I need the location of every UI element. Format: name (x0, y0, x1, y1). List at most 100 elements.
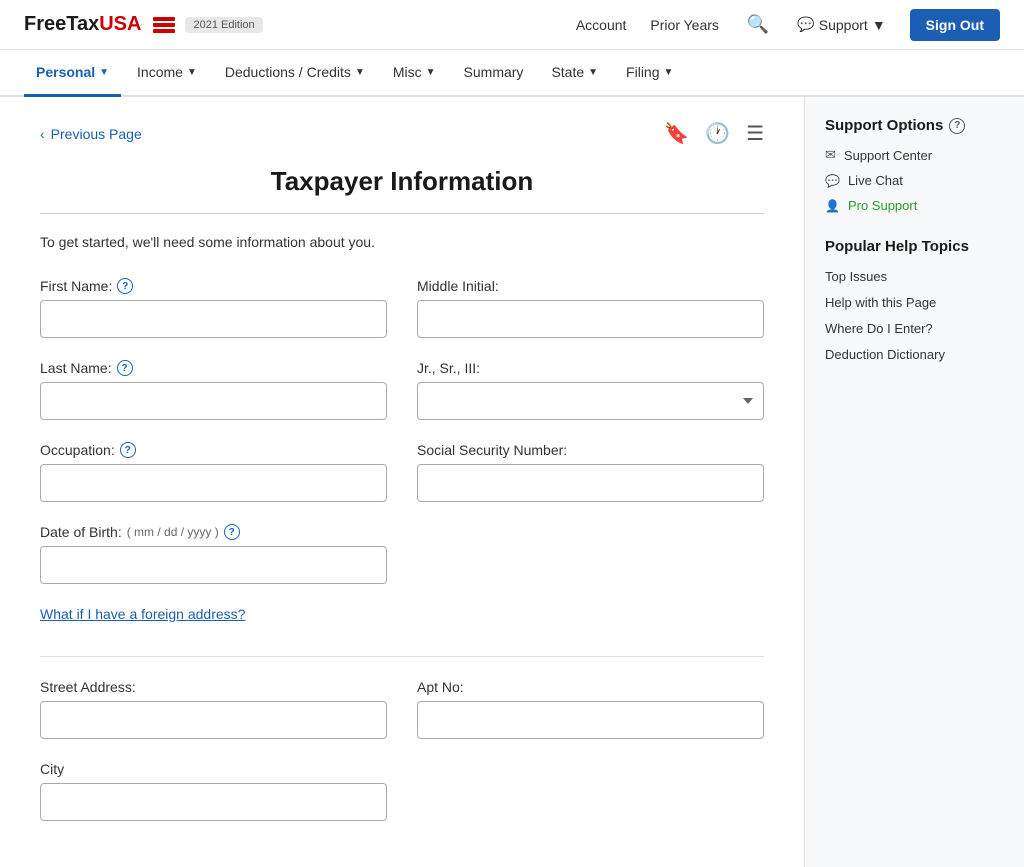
prior-years-link[interactable]: Prior Years (650, 17, 718, 33)
street-address-group: Street Address: (40, 679, 387, 739)
content-area: ‹ Previous Page 🔖 🕐 ☰ Taxpayer Informati… (0, 97, 804, 867)
tab-deductions[interactable]: Deductions / Credits ▼ (213, 50, 377, 97)
envelope-icon (825, 147, 836, 163)
where-do-i-enter-link[interactable]: Where Do I Enter? (825, 321, 933, 336)
popular-topics-title: Popular Help Topics (825, 238, 1004, 255)
last-name-group: Last Name: ? (40, 360, 387, 420)
apt-no-input[interactable] (417, 701, 764, 739)
sign-out-button[interactable]: Sign Out (910, 9, 1000, 41)
popular-topics-list: Top Issues Help with this Page Where Do … (825, 263, 1004, 367)
ssn-input[interactable] (417, 464, 764, 502)
sidebar: Support Options ? Support Center Live Ch… (804, 97, 1024, 867)
header-nav: Account Prior Years 🔍 💬 Support ▼ Sign O… (576, 9, 1000, 41)
live-chat-link[interactable]: Live Chat (825, 173, 1004, 188)
history-button[interactable]: 🕐 (705, 121, 730, 146)
edition-badge: 2021 Edition (185, 17, 262, 33)
tab-summary[interactable]: Summary (452, 50, 536, 97)
tab-income[interactable]: Income ▼ (125, 50, 209, 97)
city-input[interactable] (40, 783, 387, 821)
top-issues-link[interactable]: Top Issues (825, 269, 887, 284)
prev-page-bar: ‹ Previous Page 🔖 🕐 ☰ (40, 121, 764, 146)
tab-filing[interactable]: Filing ▼ (614, 50, 685, 97)
street-address-label: Street Address: (40, 679, 387, 695)
previous-page-link[interactable]: ‹ Previous Page (40, 126, 142, 142)
middle-initial-input[interactable] (417, 300, 764, 338)
chevron-down-icon: ▼ (872, 17, 886, 33)
main-layout: ‹ Previous Page 🔖 🕐 ☰ Taxpayer Informati… (0, 97, 1024, 867)
last-name-hint-icon[interactable]: ? (117, 360, 133, 376)
tab-state[interactable]: State ▼ (539, 50, 610, 97)
chevron-filing: ▼ (664, 67, 674, 78)
chevron-income: ▼ (187, 67, 197, 78)
support-options-hint-icon[interactable]: ? (949, 118, 965, 134)
bookmark-button[interactable]: 🔖 (664, 121, 689, 146)
page-divider (40, 213, 764, 214)
dob-input[interactable] (40, 546, 387, 584)
suffix-group: Jr., Sr., III: Jr. Sr. III II IV (417, 360, 764, 420)
support-center-item: Support Center (825, 142, 1004, 168)
first-name-group: First Name: ? (40, 278, 387, 338)
last-name-input[interactable] (40, 382, 387, 420)
pro-support-item: Pro Support (825, 193, 1004, 218)
chevron-misc: ▼ (426, 67, 436, 78)
ssn-label: Social Security Number: (417, 442, 764, 458)
city-group: City (40, 761, 387, 821)
ssn-group: Social Security Number: (417, 442, 764, 502)
last-name-label: Last Name: ? (40, 360, 387, 376)
suffix-select[interactable]: Jr. Sr. III II IV (417, 382, 764, 420)
list-item: Deduction Dictionary (825, 341, 1004, 367)
tab-personal[interactable]: Personal ▼ (24, 50, 121, 97)
chevron-personal: ▼ (99, 67, 109, 78)
live-chat-item: Live Chat (825, 168, 1004, 193)
foreign-address-link[interactable]: What if I have a foreign address? (40, 606, 245, 622)
apt-no-label: Apt No: (417, 679, 764, 695)
dob-hint-icon[interactable]: ? (224, 524, 240, 540)
form-row-dob: Date of Birth: ( mm / dd / yyyy ) ? (40, 524, 764, 584)
support-options-title: Support Options ? (825, 117, 1004, 134)
page-subtitle: To get started, we'll need some informat… (40, 234, 764, 250)
occupation-label: Occupation: ? (40, 442, 387, 458)
list-button[interactable]: ☰ (746, 121, 764, 146)
chat-icon: 💬 (797, 16, 814, 33)
occupation-hint-icon[interactable]: ? (120, 442, 136, 458)
first-name-label: First Name: ? (40, 278, 387, 294)
first-name-input[interactable] (40, 300, 387, 338)
pro-support-link[interactable]: Pro Support (825, 198, 1004, 213)
support-links: Support Center Live Chat Pro Support (825, 142, 1004, 218)
suffix-label: Jr., Sr., III: (417, 360, 764, 376)
search-button[interactable]: 🔍 (743, 10, 773, 39)
help-with-page-link[interactable]: Help with this Page (825, 295, 936, 310)
chat-icon (825, 173, 840, 188)
address-section-divider (40, 656, 764, 657)
form-row-name: First Name: ? Middle Initial: (40, 278, 764, 338)
support-center-link[interactable]: Support Center (825, 147, 1004, 163)
list-item: Help with this Page (825, 289, 1004, 315)
logo-flag (153, 17, 175, 33)
support-button[interactable]: 💬 Support ▼ (797, 16, 885, 33)
form-row-lastname: Last Name: ? Jr., Sr., III: Jr. Sr. III … (40, 360, 764, 420)
logo-text: FreeTaxUSA (24, 13, 141, 36)
street-address-input[interactable] (40, 701, 387, 739)
middle-initial-label: Middle Initial: (417, 278, 764, 294)
occupation-input[interactable] (40, 464, 387, 502)
middle-initial-group: Middle Initial: (417, 278, 764, 338)
main-nav: Personal ▼ Income ▼ Deductions / Credits… (0, 50, 1024, 97)
apt-no-group: Apt No: (417, 679, 764, 739)
chevron-deductions: ▼ (355, 67, 365, 78)
form-row-address: Street Address: Apt No: (40, 679, 764, 739)
occupation-group: Occupation: ? (40, 442, 387, 502)
page-title: Taxpayer Information (40, 166, 764, 197)
person-icon (825, 198, 840, 213)
city-label: City (40, 761, 387, 777)
tab-misc[interactable]: Misc ▼ (381, 50, 448, 97)
list-item: Top Issues (825, 263, 1004, 289)
logo-area: FreeTaxUSA 2021 Edition (24, 13, 263, 36)
taxpayer-form: First Name: ? Middle Initial: Last Name: (40, 278, 764, 821)
list-item: Where Do I Enter? (825, 315, 1004, 341)
first-name-hint-icon[interactable]: ? (117, 278, 133, 294)
deduction-dictionary-link[interactable]: Deduction Dictionary (825, 347, 945, 362)
toolbar-icons: 🔖 🕐 ☰ (664, 121, 764, 146)
form-row-occupation: Occupation: ? Social Security Number: (40, 442, 764, 502)
dob-label: Date of Birth: ( mm / dd / yyyy ) ? (40, 524, 387, 540)
account-link[interactable]: Account (576, 17, 627, 33)
